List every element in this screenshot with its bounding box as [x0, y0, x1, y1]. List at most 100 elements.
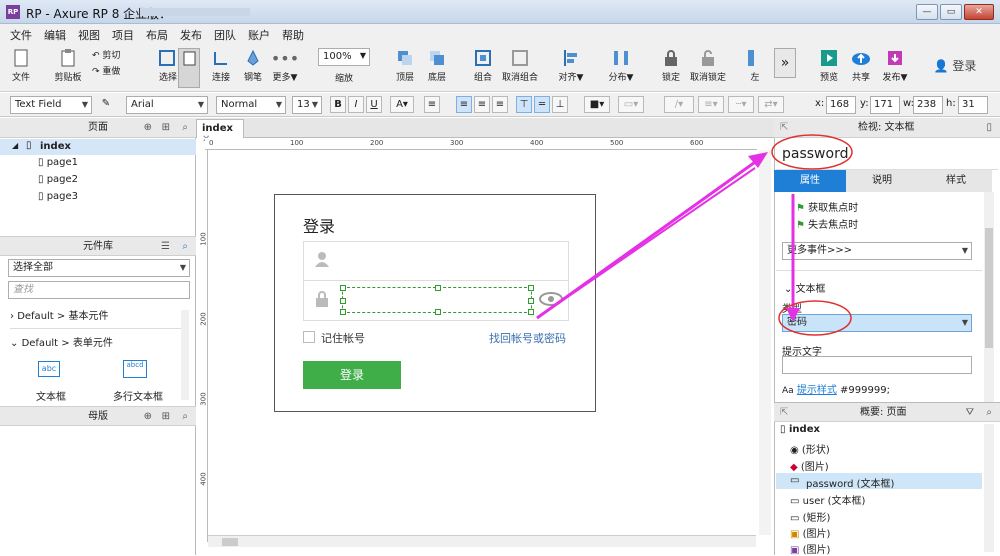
connect-button[interactable]: 连接 [206, 48, 236, 83]
resize-handle[interactable] [340, 298, 346, 304]
align-middle-button[interactable]: ═ [534, 96, 550, 113]
tab-style[interactable]: 样式 [920, 170, 992, 192]
scroll-thumb[interactable] [985, 228, 993, 348]
file-button[interactable]: 文件 [6, 48, 36, 83]
password-field-selected[interactable] [340, 285, 534, 315]
outline-item[interactable]: ◉ (形状) [790, 441, 830, 456]
notes-icon[interactable]: ▯ [986, 118, 992, 138]
menu-help[interactable]: 帮助 [276, 24, 310, 43]
add-page-icon[interactable]: ⊕ [144, 118, 152, 138]
forgot-link[interactable]: 找回帐号或密码 [489, 330, 566, 346]
font-size-select[interactable]: 13 ▼ [292, 96, 322, 114]
tab-properties[interactable]: 属性 [774, 170, 846, 192]
expand-icon[interactable]: ◢ [12, 141, 18, 150]
page-row-page1[interactable]: ▯ page1 [38, 157, 78, 168]
left-panel-button[interactable]: 左 [742, 48, 768, 83]
menu-team[interactable]: 团队 [208, 24, 242, 43]
line-color-button[interactable]: ∕▾ [664, 96, 694, 113]
outline-item[interactable]: ▣ (图片) [790, 525, 830, 540]
library-select[interactable]: 选择全部 ▼ [8, 259, 190, 277]
resize-handle[interactable] [528, 309, 534, 315]
login-button-mock[interactable]: 登录 [303, 361, 401, 389]
close-button[interactable]: ✕ [964, 4, 994, 20]
group-button[interactable]: 组合 [468, 48, 498, 83]
library-search-input[interactable]: 查找 [8, 281, 190, 299]
filter-icon[interactable]: ⛛ [966, 403, 974, 423]
resize-handle[interactable] [528, 298, 534, 304]
ungroup-button[interactable]: 取消组合 [500, 48, 540, 83]
inspector-scrollbar[interactable] [984, 192, 994, 402]
resize-handle[interactable] [340, 309, 346, 315]
resize-handle[interactable] [340, 285, 346, 291]
library-group-basic[interactable]: › Default > 基本元件 [10, 307, 186, 329]
search-icon[interactable]: ⌕ [182, 237, 188, 257]
share-button[interactable]: 共享 [846, 48, 876, 83]
hint-style-link[interactable]: 提示样式 [797, 385, 837, 396]
menu-file[interactable]: 文件 [4, 24, 38, 43]
line-style-button[interactable]: ┄▾ [728, 96, 754, 113]
bring-to-top-button[interactable]: 顶层 [390, 48, 420, 83]
align-bottom-button[interactable]: ⊥ [552, 96, 568, 113]
login-mockup[interactable]: 登录 记住帐号 找回帐号或密码 登录 [274, 194, 596, 412]
align-right-button[interactable]: ≡ [492, 96, 508, 113]
outline-root[interactable]: ▯ index [780, 424, 820, 435]
textarea-widget-icon[interactable]: abcd [123, 360, 147, 378]
outline-item[interactable]: ▭ user (文本框) [790, 492, 865, 507]
library-scrollbar[interactable] [181, 310, 189, 400]
search-icon[interactable]: ⌕ [182, 407, 188, 427]
event-focus[interactable]: ⚑ 获取焦点时 [796, 199, 858, 214]
type-select[interactable]: 密码 ▼ [782, 314, 972, 332]
hint-input[interactable] [782, 356, 972, 374]
page-row-page3[interactable]: ▯ page3 [38, 191, 78, 202]
remember-checkbox[interactable] [303, 331, 315, 343]
page-row-index[interactable]: ◢ ▯ index [0, 139, 196, 155]
select-mode-button[interactable] [178, 48, 200, 88]
minimize-button[interactable]: — [916, 4, 938, 20]
add-folder-icon[interactable]: ⊞ [162, 407, 170, 427]
expand-toolbar-button[interactable]: » [774, 48, 796, 78]
canvas-horizontal-scrollbar[interactable] [208, 535, 756, 547]
align-center-button[interactable]: ≡ [474, 96, 490, 113]
tab-index[interactable]: index ✕ [196, 119, 244, 145]
outline-item[interactable]: ▣ (图片) [790, 541, 830, 556]
redo-button[interactable]: ↷ 重做 [92, 64, 128, 77]
maximize-button[interactable]: ▭ [940, 4, 962, 20]
font-style-select[interactable]: Normal ▼ [216, 96, 286, 114]
eye-icon[interactable] [539, 292, 563, 309]
style-manager-icon[interactable]: ✎ [98, 96, 114, 113]
send-to-bottom-button[interactable]: 底层 [422, 48, 452, 83]
align-left-button[interactable]: ≡ [456, 96, 472, 113]
unlock-button[interactable]: 取消锁定 [688, 48, 728, 83]
y-input[interactable]: 171 [870, 96, 900, 114]
x-input[interactable]: 168 [826, 96, 856, 114]
search-icon[interactable]: ⌕ [986, 403, 992, 423]
fill-color-button[interactable]: ■▾ [584, 96, 610, 113]
search-icon[interactable]: ⌕ [182, 118, 188, 138]
textfield-section[interactable]: ⌄ 文本框 [784, 280, 826, 295]
font-color-button[interactable]: A▾ [390, 96, 414, 113]
bold-button[interactable]: B [330, 96, 346, 113]
publish-button[interactable]: 发布▼ [878, 48, 912, 83]
zoom-control[interactable]: 100% ▼ 缩放 [318, 48, 370, 84]
collapse-icon[interactable]: ⇱ [780, 403, 788, 423]
tab-notes[interactable]: 说明 [846, 170, 918, 192]
line-width-button[interactable]: ≡▾ [698, 96, 724, 113]
distribute-button[interactable]: 分布▼ [606, 48, 636, 83]
menu-view[interactable]: 视图 [72, 24, 106, 43]
add-master-icon[interactable]: ⊕ [144, 407, 152, 427]
resize-handle[interactable] [435, 309, 441, 315]
width-input[interactable]: 238 [913, 96, 943, 114]
more-button[interactable]: ••• 更多▼ [270, 48, 300, 84]
collapse-icon[interactable]: ⇱ [780, 118, 788, 138]
event-blur[interactable]: ⚑ 失去焦点时 [796, 216, 858, 231]
bullet-button[interactable]: ≡ [424, 96, 440, 113]
shadow-button[interactable]: ▭▾ [618, 96, 644, 113]
more-events-select[interactable]: 更多事件>>> ▼ [782, 242, 972, 260]
menu-project[interactable]: 项目 [106, 24, 140, 43]
pen-button[interactable]: 钢笔 [238, 48, 268, 83]
menu-publish[interactable]: 发布 [174, 24, 208, 43]
menu-account[interactable]: 账户 [242, 24, 276, 43]
cut-button[interactable]: ↶ 剪切 [92, 48, 128, 61]
text-field-widget-icon[interactable]: abc [38, 361, 60, 377]
add-folder-icon[interactable]: ⊞ [162, 118, 170, 138]
